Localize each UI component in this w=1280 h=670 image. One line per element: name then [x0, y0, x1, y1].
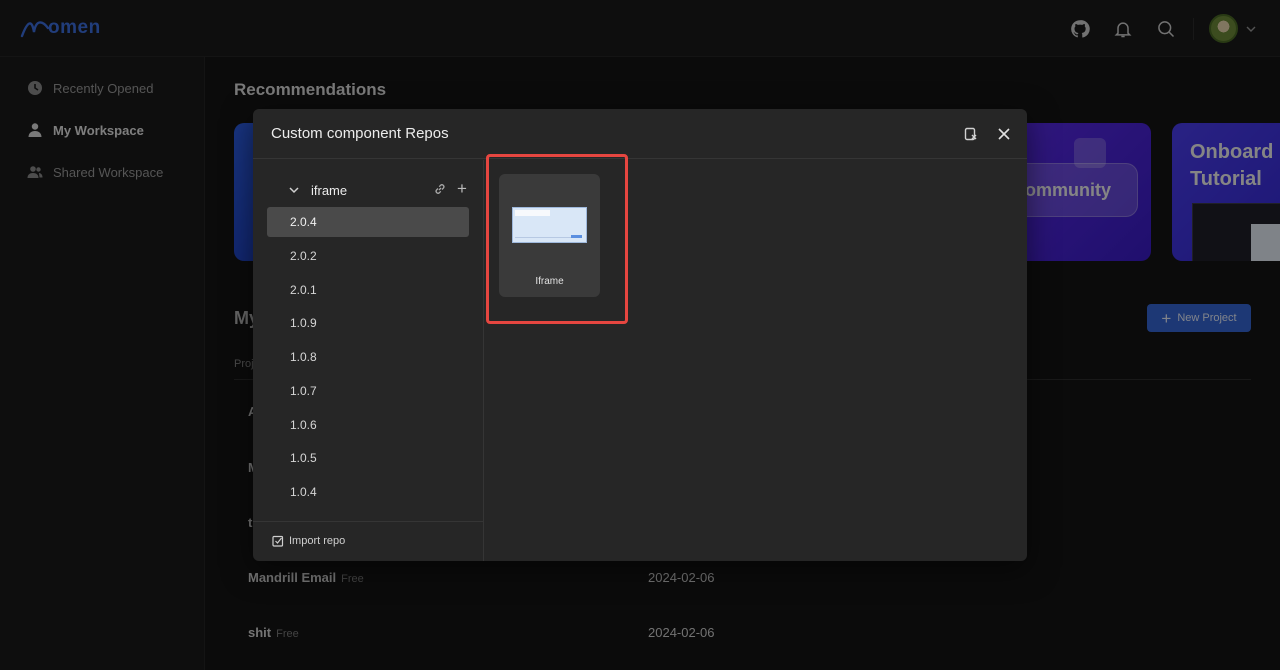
modal-header: Custom component Repos — [253, 109, 1027, 159]
version-item[interactable]: 1.0.4 — [267, 477, 469, 507]
version-item[interactable]: 1.0.5 — [267, 443, 469, 473]
version-item[interactable]: 1.0.6 — [267, 410, 469, 440]
modal-title: Custom component Repos — [271, 125, 449, 142]
version-item[interactable]: 1.0.8 — [267, 342, 469, 372]
repo-header-iframe[interactable]: iframe + — [267, 180, 472, 200]
version-item[interactable]: 2.0.2 — [267, 241, 469, 271]
repo-name: iframe — [311, 182, 348, 198]
chevron-down-icon[interactable] — [287, 183, 301, 197]
add-version-icon[interactable]: + — [457, 180, 471, 197]
repo-list-panel: iframe + 2.0.4 2.0.2 2.0.1 1.0.9 1.0.8 1… — [253, 160, 484, 561]
version-item[interactable]: 2.0.1 — [267, 275, 469, 305]
refresh-icon[interactable] — [962, 125, 980, 143]
version-item[interactable]: 1.0.7 — [267, 376, 469, 406]
version-list: 2.0.4 2.0.2 2.0.1 1.0.9 1.0.8 1.0.7 1.0.… — [267, 207, 469, 521]
import-icon — [272, 535, 284, 547]
repo-panel-footer: Import repo — [253, 521, 484, 561]
version-item-selected[interactable]: 2.0.4 — [267, 207, 469, 237]
link-icon[interactable] — [433, 182, 447, 196]
component-card-iframe[interactable]: Iframe — [499, 174, 600, 297]
version-item[interactable]: 1.0.3 — [267, 511, 469, 521]
version-item[interactable]: 1.0.9 — [267, 308, 469, 338]
component-thumbnail — [512, 207, 587, 243]
import-repo-button[interactable]: Import repo — [272, 535, 345, 547]
close-icon[interactable] — [995, 125, 1013, 143]
component-label: Iframe — [535, 276, 564, 287]
custom-component-repos-modal: Custom component Repos iframe + 2.0.4 2.… — [253, 109, 1027, 561]
